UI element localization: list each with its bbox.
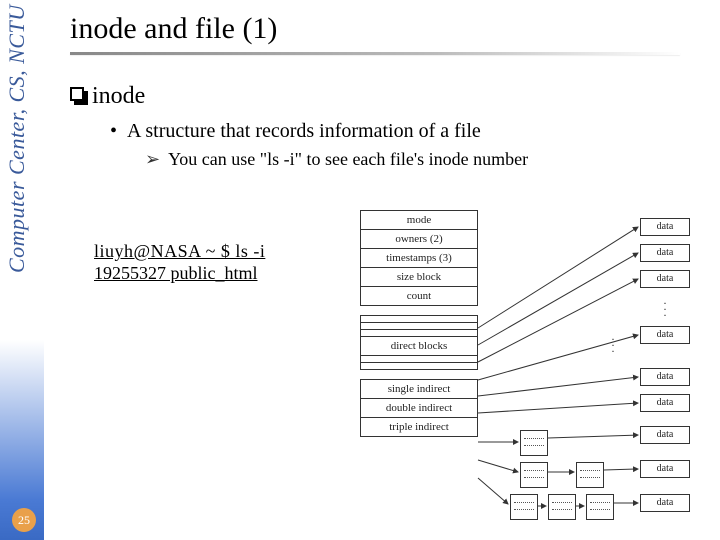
data-box-6: data <box>640 394 690 412</box>
indirect-block-3 <box>576 462 604 488</box>
inode-stack: mode owners (2) timestamps (3) size bloc… <box>360 210 478 436</box>
data-box-4: data <box>640 326 690 344</box>
terminal-line-1: liuyh@NASA ~ $ ls -i <box>94 241 265 261</box>
title-divider <box>70 52 680 55</box>
cell-single: single indirect <box>360 379 478 399</box>
data-box-3: data <box>640 270 690 288</box>
data-box-2: data <box>640 244 690 262</box>
cell-count: count <box>360 286 478 306</box>
slide-title: inode and file (1) <box>70 12 710 46</box>
indirect-block-2 <box>520 462 548 488</box>
data-box-1: data <box>640 218 690 236</box>
inode-diagram: mode owners (2) timestamps (3) size bloc… <box>320 210 710 510</box>
data-box-5: data <box>640 368 690 386</box>
terminal-line-2: 19255327 public_html <box>94 263 258 283</box>
indirect-block-1 <box>520 430 548 456</box>
vdots-top: ··· <box>660 300 670 318</box>
slide-content: inode and file (1) inode A structure tha… <box>70 12 710 170</box>
sidebar-org: Computer Center, CS, NCTU <box>4 4 30 404</box>
cell-double: double indirect <box>360 398 478 418</box>
cell-mode: mode <box>360 210 478 230</box>
data-box-7: data <box>640 426 690 444</box>
vdots-mid: ··· <box>608 336 618 354</box>
bullet-level-2: A structure that records information of … <box>110 120 710 143</box>
terminal-snippet: liuyh@NASA ~ $ ls -i 19255327 public_htm… <box>94 240 265 284</box>
data-box-9: data <box>640 494 690 512</box>
cell-triple: triple indirect <box>360 417 478 437</box>
bullet-level-1: inode <box>70 83 710 110</box>
cell-timestamps: timestamps (3) <box>360 248 478 268</box>
data-box-8: data <box>640 460 690 478</box>
bullet-level-3: You can use "ls -i" to see each file's i… <box>145 149 710 170</box>
square-bullet-icon <box>70 87 84 101</box>
cell-size: size block <box>360 267 478 287</box>
cell-owners: owners (2) <box>360 229 478 249</box>
page-number: 25 <box>12 508 36 532</box>
indirect-block-5 <box>548 494 576 520</box>
bullet-1-text: inode <box>92 83 145 110</box>
cell-direct: direct blocks <box>360 336 478 356</box>
indirect-block-4 <box>510 494 538 520</box>
indirect-block-6 <box>586 494 614 520</box>
